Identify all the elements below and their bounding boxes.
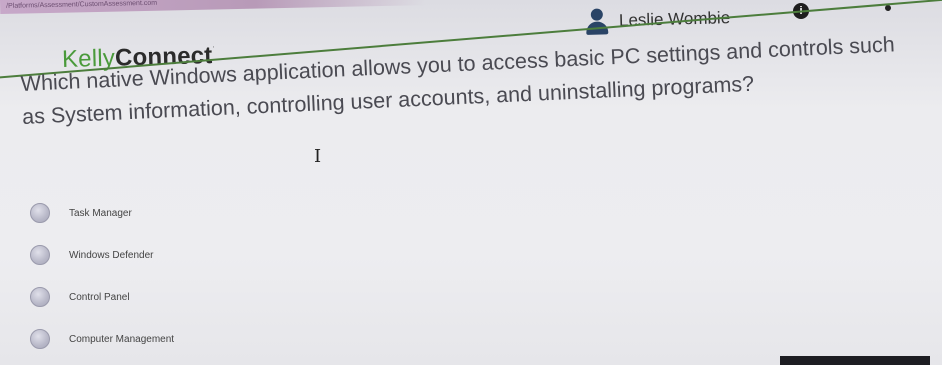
option-label: Control Panel <box>69 291 130 303</box>
option-label: Computer Management <box>69 333 175 345</box>
user-icon <box>585 6 610 37</box>
radio-button[interactable] <box>30 329 50 349</box>
text-cursor-icon: I <box>314 146 322 167</box>
menu-dot-icon[interactable] <box>885 5 891 11</box>
radio-button[interactable] <box>30 245 50 265</box>
logo-mark: · <box>212 41 216 52</box>
radio-button[interactable] <box>30 203 50 223</box>
option-control-panel[interactable]: Control Panel <box>30 276 430 318</box>
option-windows-defender[interactable]: Windows Defender <box>30 234 430 276</box>
option-task-manager[interactable]: Task Manager <box>30 192 430 234</box>
answer-options: Task Manager Windows Defender Control Pa… <box>30 192 430 360</box>
option-label: Task Manager <box>69 207 132 219</box>
radio-button[interactable] <box>30 287 50 307</box>
screen: /Platforms/Assessment/CustomAssessment.c… <box>0 0 942 365</box>
option-label: Windows Defender <box>69 249 154 261</box>
option-computer-management[interactable]: Computer Management <box>30 318 430 360</box>
next-button[interactable] <box>780 356 930 365</box>
